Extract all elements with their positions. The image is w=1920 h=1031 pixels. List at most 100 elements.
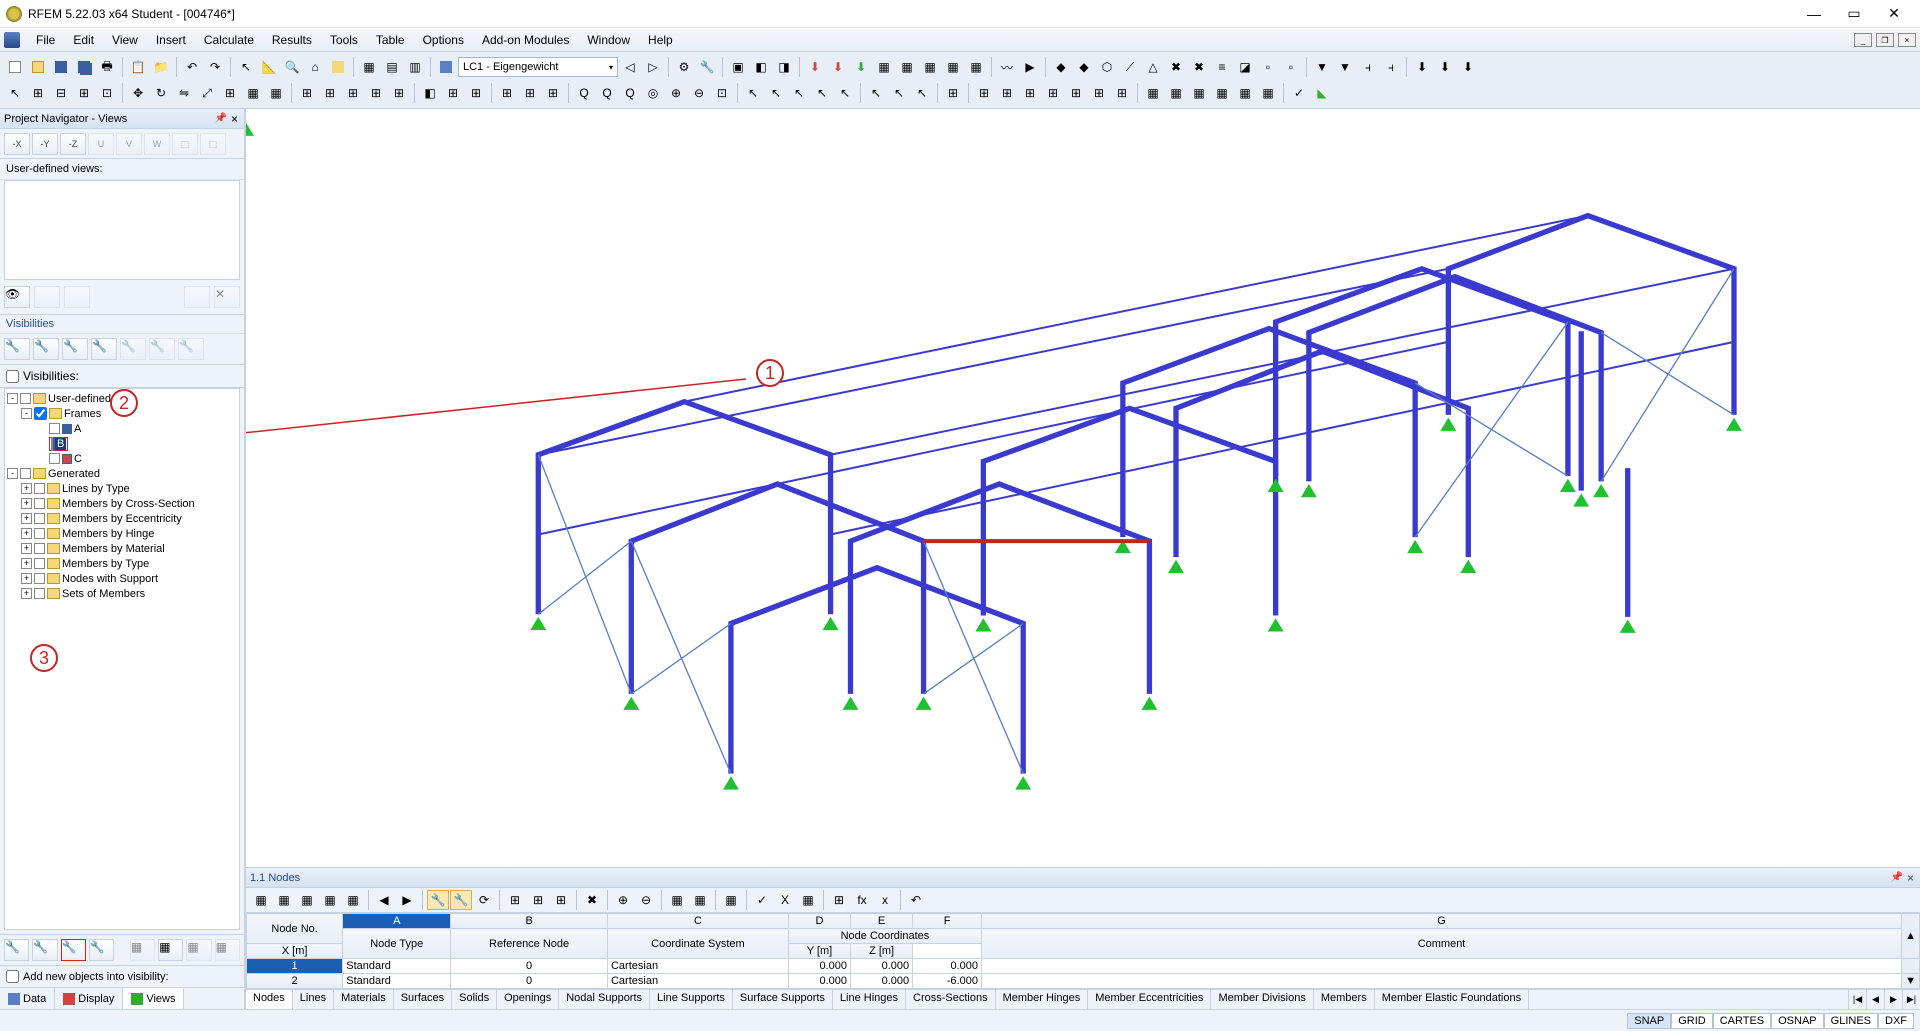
close-button[interactable]: ✕	[1874, 2, 1914, 26]
r20-button[interactable]: Q	[596, 82, 618, 104]
tree-check[interactable]	[20, 468, 31, 479]
gt15-button[interactable]: ⊕	[612, 890, 634, 910]
menu-window[interactable]: Window	[579, 31, 638, 49]
udv-b3-button[interactable]	[64, 286, 90, 308]
r22-button[interactable]: ◎	[642, 82, 664, 104]
view-z-button[interactable]: -Z	[60, 133, 86, 155]
gt20-button[interactable]: ✓	[751, 890, 773, 910]
nav-tab-views[interactable]: Views	[123, 988, 184, 1009]
col-c[interactable]: C	[607, 914, 788, 929]
col-comment[interactable]: Comment	[981, 929, 1901, 959]
vis-b3-button[interactable]: 🔧	[62, 338, 88, 360]
gt5-button[interactable]: ▦	[342, 890, 364, 910]
col-e[interactable]: E	[851, 914, 913, 929]
project-button[interactable]: 📁	[150, 56, 172, 78]
rotate-button[interactable]: ↻	[150, 82, 172, 104]
status-grid[interactable]: GRID	[1671, 1013, 1713, 1029]
tab-prev-button[interactable]: ◀	[1866, 990, 1884, 1009]
tab-surfaces[interactable]: Surfaces	[394, 990, 452, 1009]
r17-button[interactable]: ⊞	[519, 82, 541, 104]
status-cartes[interactable]: CARTES	[1713, 1013, 1771, 1029]
r33-button[interactable]: ↖	[911, 82, 933, 104]
cell-type[interactable]: Standard	[343, 959, 451, 974]
r46-button[interactable]: ▦	[1234, 82, 1256, 104]
table-row[interactable]: 2 Standard 0 Cartesian 0.000 0.000 -6.00…	[247, 974, 1920, 989]
gt18-button[interactable]: ▦	[689, 890, 711, 910]
tree-check[interactable]	[49, 423, 60, 434]
r44-button[interactable]: ▦	[1188, 82, 1210, 104]
r16-button[interactable]: ⊞	[496, 82, 518, 104]
tree-check[interactable]	[49, 453, 60, 464]
tree-toggle[interactable]: +	[21, 513, 32, 524]
maximize-button[interactable]: ▭	[1834, 2, 1874, 26]
mirror-button[interactable]: ⇋	[173, 82, 195, 104]
r23-button[interactable]: ⊕	[665, 82, 687, 104]
r28-button[interactable]: ↖	[788, 82, 810, 104]
r49-button[interactable]: ◣	[1311, 82, 1333, 104]
view-u-button[interactable]: U	[88, 133, 114, 155]
view-iso2-button[interactable]: ⬚	[200, 133, 226, 155]
r1-button[interactable]: ⊞	[27, 82, 49, 104]
cell-comment[interactable]	[981, 974, 1901, 989]
tree-toggle[interactable]: +	[21, 573, 32, 584]
deform-button[interactable]: 〰	[996, 56, 1018, 78]
panel-close-button[interactable]: ×	[229, 112, 240, 126]
gt8-button[interactable]: 🔧	[427, 890, 449, 910]
sup1-button[interactable]: ▼	[1311, 56, 1333, 78]
col-ref[interactable]: Reference Node	[451, 929, 608, 959]
new-button[interactable]	[4, 56, 26, 78]
udv-list[interactable]	[4, 180, 240, 280]
ld3-button[interactable]: ⬇	[1457, 56, 1479, 78]
loads3-button[interactable]: ⬇	[850, 56, 872, 78]
r5-button[interactable]: ⊞	[219, 82, 241, 104]
tree-toggle[interactable]: +	[21, 483, 32, 494]
ld2-button[interactable]: ⬇	[1434, 56, 1456, 78]
properties-button[interactable]	[327, 56, 349, 78]
animate-button[interactable]: ▶	[1019, 56, 1041, 78]
nav-tree-button[interactable]: ▦	[358, 56, 380, 78]
tree-check[interactable]	[34, 558, 45, 569]
grid-pin-button[interactable]: 📌	[1889, 872, 1905, 883]
tree-frames-check[interactable]	[34, 407, 47, 420]
render-transp-button[interactable]: ◨	[773, 56, 795, 78]
tab-openings[interactable]: Openings	[497, 990, 559, 1009]
zoom-window-button[interactable]: 🔍	[281, 56, 303, 78]
tree-toggle[interactable]: -	[21, 408, 32, 419]
col-type[interactable]: Node Type	[343, 929, 451, 959]
tree-toggle[interactable]: +	[21, 528, 32, 539]
tree-b[interactable]: B	[55, 438, 66, 450]
tree-item[interactable]: Lines by Type	[62, 483, 130, 495]
r18-button[interactable]: ⊞	[542, 82, 564, 104]
gt10-button[interactable]: ⟳	[473, 890, 495, 910]
udv-b2-button[interactable]	[34, 286, 60, 308]
menu-options[interactable]: Options	[415, 31, 472, 49]
gt17-button[interactable]: ▦	[666, 890, 688, 910]
cell-ref[interactable]: 0	[451, 974, 608, 989]
gt2-button[interactable]: ▦	[273, 890, 295, 910]
t2-button[interactable]: ◆	[1073, 56, 1095, 78]
r40-button[interactable]: ⊞	[1088, 82, 1110, 104]
gt3-button[interactable]: ▦	[296, 890, 318, 910]
col-d[interactable]: D	[788, 914, 850, 929]
col-node-no[interactable]: Node No.	[247, 914, 343, 944]
tree-toggle[interactable]: +	[21, 498, 32, 509]
view-iso1-button[interactable]: ⬚	[172, 133, 198, 155]
cell-x[interactable]: 0.000	[788, 974, 850, 989]
nav-tab-display[interactable]: Display	[55, 988, 123, 1009]
r8-button[interactable]: ⊞	[296, 82, 318, 104]
cell-z[interactable]: -6.000	[913, 974, 982, 989]
menu-view[interactable]: View	[104, 31, 146, 49]
tree-check[interactable]	[34, 498, 45, 509]
tab-member-elastic[interactable]: Member Elastic Foundations	[1375, 990, 1529, 1009]
vis-b5-button[interactable]: 🔧	[120, 338, 146, 360]
tab-lines[interactable]: Lines	[293, 990, 334, 1009]
r4-button[interactable]: ⊡	[96, 82, 118, 104]
col-y[interactable]: Y [m]	[788, 944, 850, 959]
tree-toggle[interactable]: -	[7, 468, 18, 479]
col-g[interactable]: G	[981, 914, 1901, 929]
vis-b6-button[interactable]: 🔧	[149, 338, 175, 360]
lc-next-button[interactable]: ▷	[642, 56, 664, 78]
tree-check[interactable]	[34, 588, 45, 599]
r27-button[interactable]: ↖	[765, 82, 787, 104]
results4-button[interactable]: ▦	[942, 56, 964, 78]
